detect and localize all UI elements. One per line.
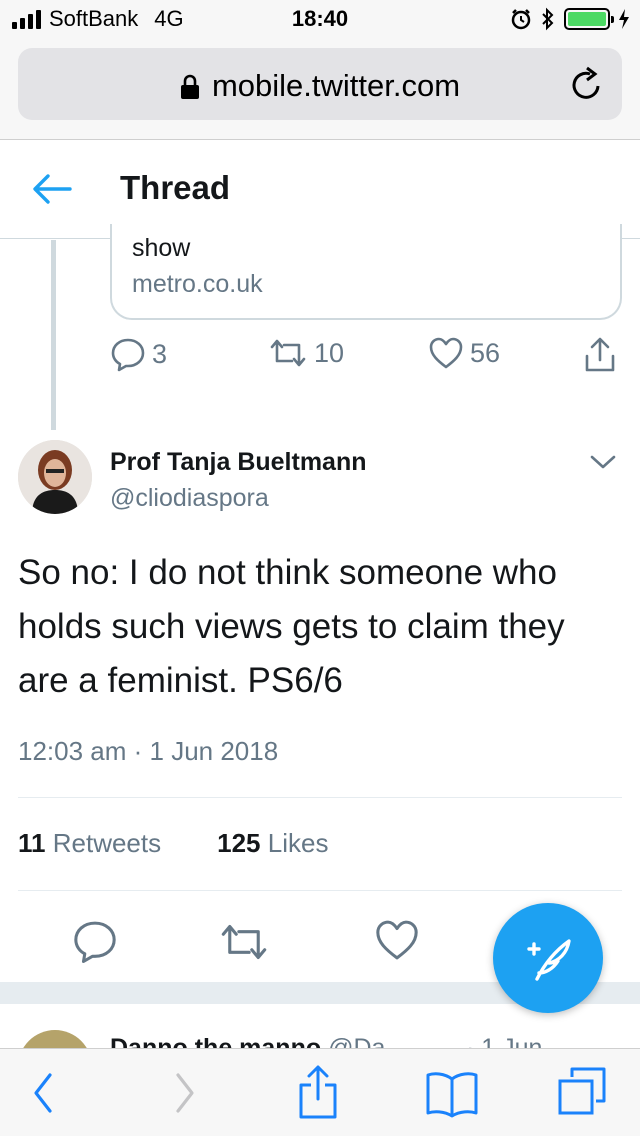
retweets-label: Retweets xyxy=(52,828,162,858)
avatar-photo xyxy=(18,440,92,514)
url-text: mobile.twitter.com xyxy=(211,68,461,103)
heart-icon[interactable] xyxy=(374,918,420,962)
tweet-timestamp[interactable]: 12:03 am · 1 Jun 2018 xyxy=(18,736,278,767)
retweets-stat[interactable]: 11 Retweets xyxy=(18,828,161,858)
next-tweet-date: · 1 Jun xyxy=(466,1034,543,1048)
author-avatar[interactable] xyxy=(18,440,92,514)
chevron-down-icon[interactable] xyxy=(588,452,618,472)
status-bar: SoftBank 4G 18:40 xyxy=(0,0,640,40)
previous-tweet-actions: 3 10 56 xyxy=(110,336,622,386)
link-preview-card[interactable]: show metro.co.uk xyxy=(110,224,622,320)
lock-icon xyxy=(180,74,199,99)
forward-icon[interactable] xyxy=(172,1069,198,1117)
next-author-handle: @Da... xyxy=(328,1034,407,1048)
share-icon xyxy=(585,337,615,372)
next-tweet-avatar[interactable] xyxy=(18,1030,92,1048)
bluetooth-icon xyxy=(542,7,554,31)
back-icon[interactable] xyxy=(30,1069,56,1117)
divider xyxy=(18,890,622,891)
back-arrow-icon[interactable] xyxy=(30,169,74,209)
compose-feather-icon xyxy=(527,939,571,981)
next-author-name: Danno the manno xyxy=(110,1034,322,1048)
retweet-total: 11 xyxy=(18,828,46,858)
charging-icon xyxy=(619,9,629,29)
thread-connector-line xyxy=(51,240,56,430)
heart-icon xyxy=(429,337,463,369)
like-button[interactable]: 56 xyxy=(428,336,500,370)
retweet-count: 10 xyxy=(314,337,345,368)
tweet-stats: 11 Retweets 125 Likes xyxy=(18,828,328,859)
retweet-icon[interactable] xyxy=(218,920,270,964)
likes-label: Likes xyxy=(267,828,329,858)
reply-count: 3 xyxy=(152,338,168,369)
share-icon[interactable] xyxy=(296,1063,340,1121)
reply-icon[interactable] xyxy=(72,918,118,964)
author-name[interactable]: Prof Tanja Bueltmann xyxy=(110,448,367,477)
battery-icon xyxy=(564,8,614,30)
status-right xyxy=(510,7,630,31)
like-count: 56 xyxy=(470,337,501,368)
address-bar[interactable]: mobile.twitter.com xyxy=(18,48,622,120)
divider xyxy=(18,797,622,798)
likes-stat[interactable]: 125 Likes xyxy=(217,828,328,858)
retweet-button[interactable]: 10 xyxy=(268,336,344,370)
browser-toolbar xyxy=(0,1048,640,1136)
card-domain: metro.co.uk xyxy=(132,270,263,298)
retweet-icon xyxy=(270,339,306,367)
browser-address-area: mobile.twitter.com xyxy=(0,40,640,140)
alarm-icon xyxy=(511,9,531,30)
tabs-icon[interactable] xyxy=(556,1065,608,1119)
share-button[interactable] xyxy=(582,336,624,374)
card-title: show xyxy=(132,234,191,262)
tweet-text: So no: I do not think someone who holds … xyxy=(18,553,565,700)
reply-icon xyxy=(111,338,145,372)
bookmarks-icon[interactable] xyxy=(424,1069,480,1119)
reload-icon[interactable] xyxy=(570,66,604,102)
author-handle[interactable]: @cliodiaspora xyxy=(110,484,269,513)
compose-tweet-button[interactable] xyxy=(493,903,603,1013)
like-total: 125 xyxy=(217,828,261,858)
reply-button[interactable]: 3 xyxy=(110,336,167,372)
page-title: Thread xyxy=(120,169,231,206)
